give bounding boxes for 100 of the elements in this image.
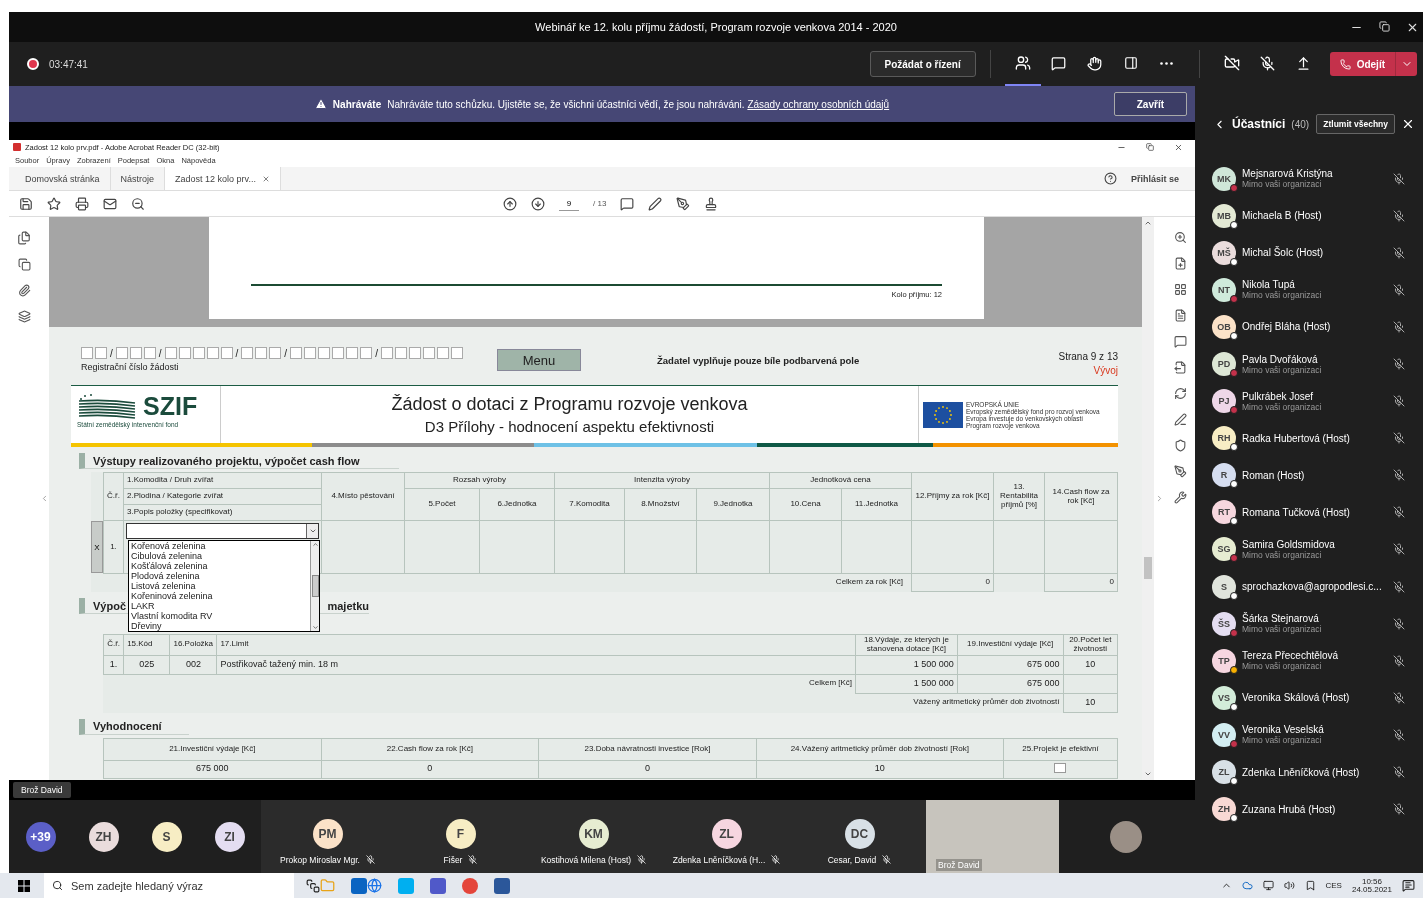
column-header: 15.Kód <box>123 634 170 656</box>
next-page-icon[interactable] <box>531 196 545 211</box>
section-title: Vyhodnocení <box>93 720 162 733</box>
restore-icon[interactable] <box>1379 20 1390 32</box>
dropdown-option[interactable]: Cibulová zelenina <box>131 551 310 561</box>
paperclip-icon[interactable] <box>17 284 31 297</box>
delete-row-button[interactable]: X <box>91 521 103 573</box>
tab[interactable]: Domovská stránka <box>15 167 111 190</box>
mic-off-icon <box>1393 691 1405 704</box>
cloud-icon[interactable] <box>1241 880 1253 891</box>
separator: / <box>158 347 162 359</box>
participant-name: Zdenka Lněníčková (Host) <box>1242 766 1361 778</box>
tab[interactable]: Zadost 12 kolo prv... <box>165 167 281 190</box>
more-icon <box>1160 61 1174 65</box>
sign-in-button[interactable]: Přihlásit se <box>1130 173 1179 184</box>
dropdown-option[interactable]: Vlastní komodita RV <box>131 611 310 621</box>
edit-icon[interactable] <box>1173 413 1187 426</box>
shield-icon[interactable] <box>1173 439 1187 452</box>
table-cell: 0 <box>321 760 539 779</box>
comment-icon[interactable] <box>620 196 635 211</box>
registration-label: Registrační číslo žádosti <box>81 362 180 372</box>
mic-off-icon <box>1393 432 1405 445</box>
sign-icon[interactable] <box>676 196 691 211</box>
column-header: 4.Místo pěstování <box>321 472 405 521</box>
participant-avatar: MB <box>1212 203 1236 228</box>
zoom-out-icon[interactable] <box>131 196 145 211</box>
dropdown-option[interactable]: Dřeviny <box>131 621 310 631</box>
volume-icon[interactable] <box>1283 880 1295 891</box>
close-icon[interactable] <box>1401 117 1415 131</box>
dropdown-option[interactable]: Listová zelenina <box>131 581 310 591</box>
participant-name: Michaela B (Host) <box>1242 210 1323 222</box>
leave-button[interactable]: Odejít <box>1329 52 1395 76</box>
notifications-icon[interactable] <box>1402 879 1415 892</box>
search-icon <box>52 880 63 891</box>
pen-icon[interactable] <box>648 196 663 211</box>
mic-off-icon <box>637 855 647 864</box>
mail-icon[interactable] <box>103 196 117 211</box>
participant-name: Michal Šolc (Host) <box>1242 247 1325 259</box>
request-control-button[interactable]: Požádat o řízení <box>869 51 976 77</box>
mute-all-button[interactable]: Ztlumit všechny <box>1316 114 1395 134</box>
more-participants-button[interactable]: +39 <box>25 821 56 852</box>
copy-icon[interactable] <box>17 258 31 271</box>
scroll-down-icon[interactable] <box>311 624 319 631</box>
scroll-down-icon[interactable] <box>1144 770 1152 778</box>
participant-name: Fišer <box>443 854 463 865</box>
dropdown-option[interactable]: Kořeninová zelenina <box>131 591 310 601</box>
column-header: 25.Projekt je efektivní <box>1003 738 1118 761</box>
participant-name: Veronika Veselská <box>1242 724 1325 736</box>
table-cell: 675 000 <box>957 655 1064 675</box>
dropdown-option[interactable]: Kořenová zelenina <box>131 541 310 551</box>
section-title: majetku <box>327 599 369 612</box>
layers-icon[interactable] <box>17 310 31 323</box>
zoom-in-icon[interactable] <box>1173 231 1187 244</box>
previous-page-icon[interactable] <box>503 196 517 211</box>
sign-icon[interactable] <box>1173 465 1187 478</box>
star-icon[interactable] <box>47 196 61 211</box>
scroll-up-icon[interactable] <box>311 541 319 548</box>
checkbox[interactable] <box>1054 762 1067 773</box>
save-icon[interactable] <box>19 196 33 211</box>
participant-note: Mimo vaši organizaci <box>1242 364 1323 375</box>
pages-icon[interactable] <box>17 231 31 245</box>
help-icon[interactable] <box>1103 172 1117 185</box>
close-button[interactable]: Zavřít <box>1113 92 1187 116</box>
participant-note: Mimo vaši organizaci <box>1242 179 1322 190</box>
scroll-thumb[interactable] <box>1144 557 1152 579</box>
scroll-up-icon[interactable] <box>1144 219 1152 227</box>
comment-icon[interactable] <box>1173 335 1187 348</box>
column-header: 5.Počet <box>404 488 480 521</box>
create-pdf-icon[interactable] <box>1173 257 1187 270</box>
printer-icon[interactable] <box>75 196 89 211</box>
leave-options-button[interactable] <box>1395 52 1417 76</box>
convert-icon[interactable] <box>1173 387 1187 400</box>
start-icon[interactable] <box>18 879 30 892</box>
dropdown-option[interactable]: Košťálová zelenina <box>131 561 310 571</box>
scroll-thumb[interactable] <box>311 575 319 597</box>
table-cell: 1 500 000 <box>855 655 958 675</box>
privacy-link[interactable]: Zásady ochrany osobních údajů <box>747 98 890 110</box>
stamp-icon[interactable] <box>704 196 719 211</box>
participant-count: (40) <box>1291 118 1310 130</box>
table-cell: 0 <box>538 760 757 779</box>
column-group-header: Rozsah výroby <box>404 472 555 489</box>
dropdown-option[interactable]: LAKR <box>131 601 310 611</box>
network-icon[interactable] <box>1262 880 1274 891</box>
language-indicator[interactable]: CES <box>1325 881 1342 890</box>
scrollbar[interactable] <box>1142 217 1154 780</box>
column-header: 21.Investiční výdaje [Kč] <box>103 738 322 761</box>
table-cell: 1. <box>103 520 124 574</box>
dropdown-option[interactable]: Plodová zelenina <box>131 571 310 581</box>
task-view-icon[interactable] <box>306 878 320 893</box>
participant-name: Samira Goldsmidova <box>1242 539 1336 550</box>
organize-icon[interactable] <box>1173 283 1187 296</box>
export-icon[interactable] <box>1173 361 1187 374</box>
document-icon[interactable] <box>1173 309 1187 322</box>
dropdown-field[interactable] <box>126 523 319 539</box>
column-header: 17.Limit <box>216 634 856 656</box>
column-header: 22.Cash flow za rok [Kč] <box>321 738 539 761</box>
menu-button[interactable]: Menu <box>497 349 581 371</box>
wrench-icon[interactable] <box>1173 491 1187 504</box>
participant-avatar: NT <box>1212 277 1236 302</box>
table-cell: 10 <box>1063 693 1118 713</box>
